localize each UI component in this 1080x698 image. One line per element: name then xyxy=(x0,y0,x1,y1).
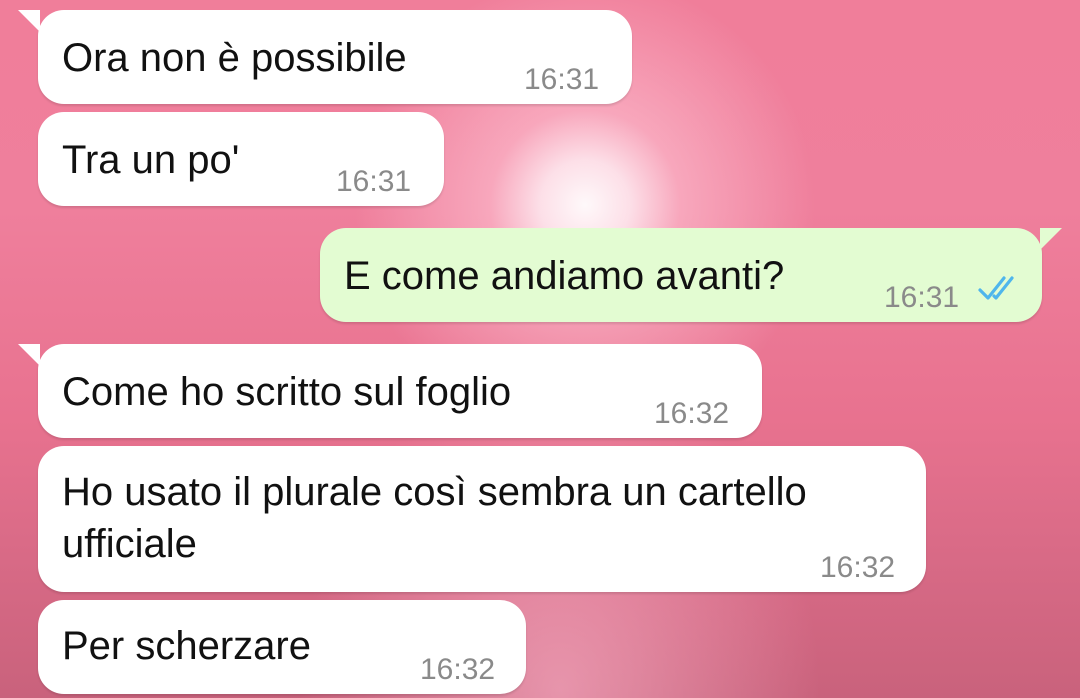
bubble-tail xyxy=(18,344,40,366)
message-time: 16:32 xyxy=(420,653,496,686)
message-text: Come ho scritto sul foglio xyxy=(62,370,512,414)
bubble-tail xyxy=(1040,228,1062,250)
read-double-check-icon xyxy=(978,276,1014,300)
message-time: 16:31 xyxy=(884,281,960,314)
message-bubble-incoming[interactable]: Ora non è possibile 16:31 xyxy=(18,10,632,104)
message-bubble-incoming[interactable]: Per scherzare 16:32 xyxy=(38,600,526,694)
message-time: 16:32 xyxy=(654,397,730,430)
message-time: 16:31 xyxy=(524,63,600,96)
message-time: 16:31 xyxy=(336,165,412,198)
chat-conversation: Ora non è possibile 16:31 Tra un po' 16:… xyxy=(0,0,1080,698)
message-text: Ho usato il plurale così sembra un carte… xyxy=(62,470,807,566)
message-bubble-incoming[interactable]: Tra un po' 16:31 xyxy=(38,112,444,206)
message-time: 16:32 xyxy=(820,551,896,584)
message-text: E come andiamo avanti? xyxy=(344,254,785,298)
message-bubble-incoming[interactable]: Come ho scritto sul foglio 16:32 xyxy=(18,344,762,438)
message-bubble-incoming[interactable]: Ho usato il plurale così sembra un carte… xyxy=(38,446,926,592)
message-bubble-outgoing[interactable]: E come andiamo avanti? 16:31 xyxy=(320,228,1062,322)
bubble-tail xyxy=(18,10,40,32)
message-text: Tra un po' xyxy=(62,138,240,182)
message-text: Ora non è possibile xyxy=(62,36,407,80)
message-text: Per scherzare xyxy=(62,624,311,668)
